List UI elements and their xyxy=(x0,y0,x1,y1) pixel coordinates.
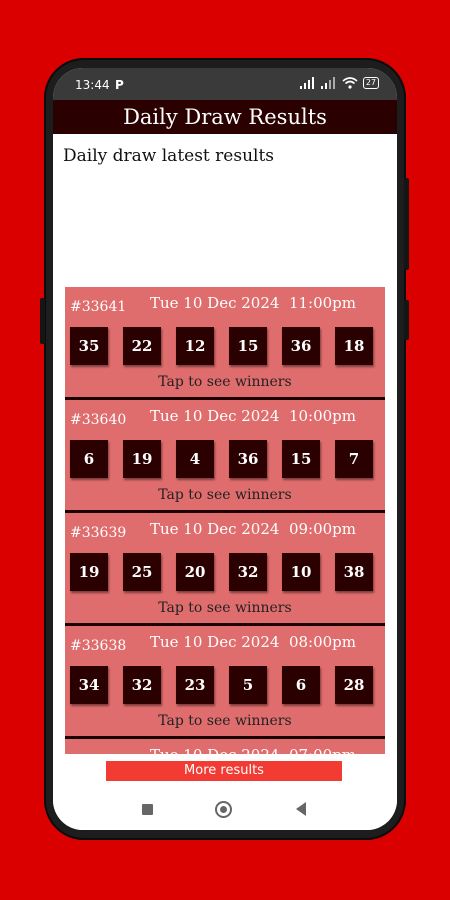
draw-number: 19 xyxy=(70,553,108,591)
battery-level: 27 xyxy=(365,78,376,87)
battery-icon: 27 xyxy=(362,77,379,89)
draw-number: 36 xyxy=(229,440,267,478)
draw-date: Tue 10 Dec 2024 09:00pm xyxy=(150,520,357,538)
draw-number: 12 xyxy=(176,327,214,365)
draw-id: #33640 xyxy=(70,412,127,428)
draw-number: 6 xyxy=(282,666,320,704)
draw-date: Tue 10 Dec 2024 11:00pm xyxy=(150,294,357,312)
draw-number: 10 xyxy=(282,553,320,591)
draw-number: 35 xyxy=(70,327,108,365)
wifi-icon xyxy=(342,77,358,89)
screen: 13:44 P 27 Daily Draw Results Daily draw… xyxy=(53,68,397,830)
draw-date: Tue 10 Dec 2024 10:00pm xyxy=(150,407,357,425)
draw-number: 38 xyxy=(335,553,373,591)
tap-to-see-winners[interactable]: Tap to see winners xyxy=(65,487,385,503)
app-title: Daily Draw Results xyxy=(53,100,397,134)
back-triangle-icon[interactable] xyxy=(296,802,306,816)
draw-number: 15 xyxy=(282,440,320,478)
status-notification-p: P xyxy=(115,78,124,92)
draw-id: #33639 xyxy=(70,525,127,541)
draw-number: 15 xyxy=(229,327,267,365)
draw-number: 36 xyxy=(282,327,320,365)
more-results-button[interactable]: More results xyxy=(106,761,342,781)
draw-number: 6 xyxy=(70,440,108,478)
draw-number: 23 xyxy=(176,666,214,704)
draw-card[interactable]: #33639 Tue 10 Dec 2024 09:00pm 19 25 20 … xyxy=(65,513,385,626)
navigation-bar xyxy=(53,790,397,830)
tap-to-see-winners[interactable]: Tap to see winners xyxy=(65,600,385,616)
draw-card[interactable]: #33638 Tue 10 Dec 2024 08:00pm 34 32 23 … xyxy=(65,626,385,739)
tap-to-see-winners[interactable]: Tap to see winners xyxy=(65,713,385,729)
draw-number: 4 xyxy=(176,440,214,478)
volume-button xyxy=(404,178,409,270)
draw-id: #33638 xyxy=(70,638,127,654)
power-button xyxy=(404,300,409,340)
draw-number: 25 xyxy=(123,553,161,591)
draw-card[interactable]: #33641 Tue 10 Dec 2024 11:00pm 35 22 12 … xyxy=(65,287,385,400)
signal-icon xyxy=(320,77,335,89)
left-button xyxy=(40,298,45,344)
home-circle-icon[interactable] xyxy=(215,801,232,818)
draw-number: 32 xyxy=(123,666,161,704)
draw-number: 34 xyxy=(70,666,108,704)
draw-number: 19 xyxy=(123,440,161,478)
draw-card[interactable]: #33640 Tue 10 Dec 2024 10:00pm 6 19 4 36… xyxy=(65,400,385,513)
status-bar: 13:44 P 27 xyxy=(53,68,397,100)
draw-number: 7 xyxy=(335,440,373,478)
intro-text: Daily draw latest results xyxy=(63,146,275,166)
draw-results-list[interactable]: #33641 Tue 10 Dec 2024 11:00pm 35 22 12 … xyxy=(65,287,385,754)
draw-id: #33641 xyxy=(70,299,127,315)
draw-date: Tue 10 Dec 2024 07:00pm xyxy=(150,746,356,754)
draw-number: 28 xyxy=(335,666,373,704)
draw-number: 20 xyxy=(176,553,214,591)
recents-square-icon[interactable] xyxy=(142,804,153,815)
draw-card[interactable]: Tue 10 Dec 2024 07:00pm xyxy=(65,739,385,754)
draw-number: 18 xyxy=(335,327,373,365)
status-time: 13:44 xyxy=(75,78,110,92)
draw-number: 22 xyxy=(123,327,161,365)
draw-number: 5 xyxy=(229,666,267,704)
signal-icon xyxy=(299,77,314,89)
draw-date: Tue 10 Dec 2024 08:00pm xyxy=(150,633,357,651)
tap-to-see-winners[interactable]: Tap to see winners xyxy=(65,374,385,390)
draw-number: 32 xyxy=(229,553,267,591)
status-icons: 27 xyxy=(299,77,379,89)
